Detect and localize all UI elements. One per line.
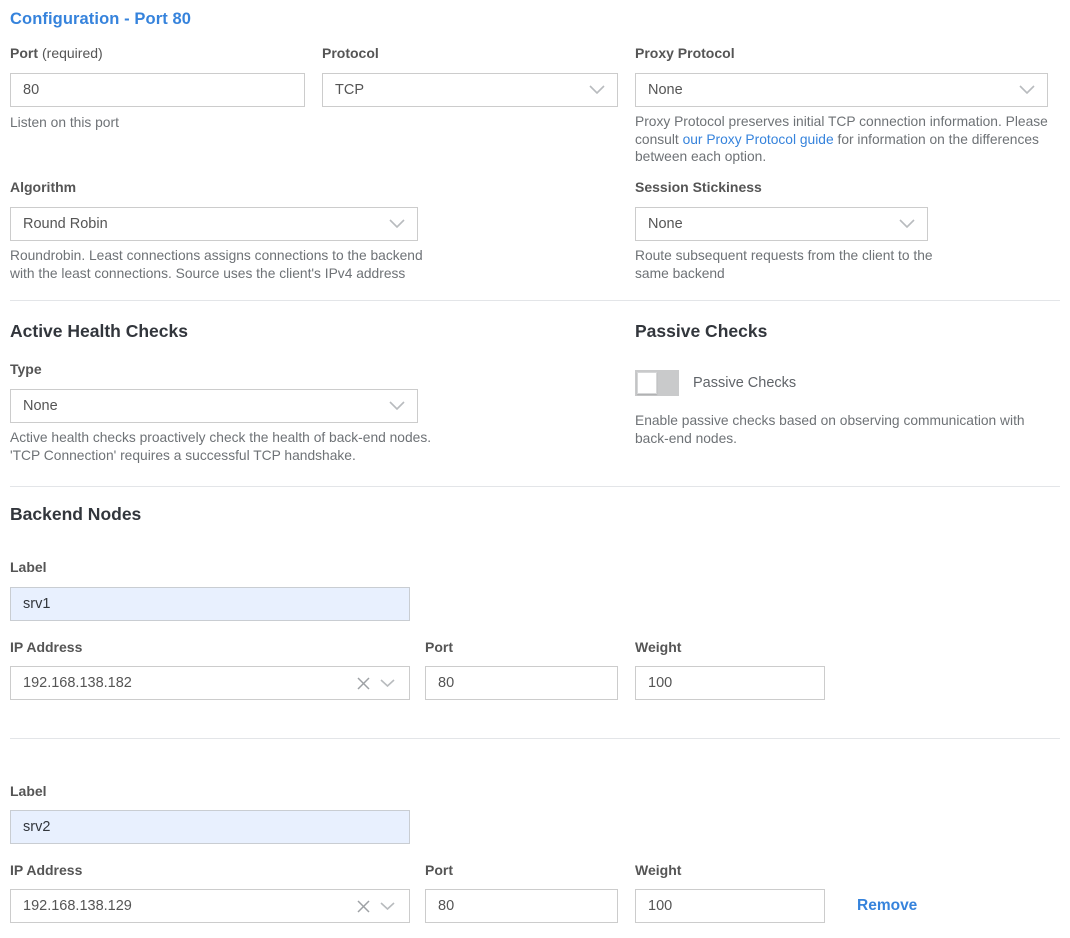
chevron-down-icon: [899, 216, 915, 232]
node2-port-label: Port: [425, 862, 453, 878]
chevron-down-icon: [389, 398, 405, 414]
node2-port-input[interactable]: [425, 889, 618, 923]
proxy-protocol-select-value: None: [648, 82, 683, 98]
backend-nodes-heading: Backend Nodes: [10, 504, 141, 525]
proxy-protocol-field-group: Proxy Protocol None Proxy Protocol prese…: [635, 45, 1048, 166]
node1-weight-input[interactable]: [635, 666, 825, 700]
node1-label-input[interactable]: [10, 587, 410, 621]
session-stickiness-field-group: Session Stickiness None Route subsequent…: [635, 179, 928, 282]
node2-ip-combobox[interactable]: 192.168.138.129: [10, 889, 410, 923]
page-title: Configuration - Port 80: [10, 10, 191, 29]
health-check-type-select[interactable]: None: [10, 389, 418, 423]
port-field-group: Port(required) Listen on this port: [10, 45, 305, 132]
node1-port-label: Port: [425, 639, 453, 655]
algorithm-label: Algorithm: [10, 179, 418, 195]
node1-port-input[interactable]: [425, 666, 618, 700]
proxy-protocol-select[interactable]: None: [635, 73, 1048, 107]
session-stickiness-select[interactable]: None: [635, 207, 928, 241]
chevron-down-icon: [1019, 82, 1035, 98]
clear-icon[interactable]: [351, 894, 375, 918]
port-required-note: (required): [42, 45, 103, 61]
algorithm-select[interactable]: Round Robin: [10, 207, 418, 241]
port-label: Port(required): [10, 45, 305, 61]
node1-label-label: Label: [10, 559, 47, 575]
node2-remove-button[interactable]: Remove: [857, 897, 917, 915]
port-input[interactable]: [10, 73, 305, 107]
passive-checks-toggle-row: Passive Checks: [635, 370, 796, 396]
node1-ip-label: IP Address: [10, 639, 82, 655]
passive-checks-heading: Passive Checks: [635, 321, 767, 342]
protocol-field-group: Protocol TCP: [322, 45, 618, 107]
passive-checks-toggle[interactable]: [635, 370, 679, 396]
passive-checks-toggle-label: Passive Checks: [693, 375, 796, 391]
chevron-down-icon: [389, 216, 405, 232]
clear-icon[interactable]: [351, 671, 375, 695]
chevron-down-icon[interactable]: [375, 894, 399, 918]
health-check-type-label: Type: [10, 361, 418, 377]
node2-weight-input[interactable]: [635, 889, 825, 923]
node1-weight-label: Weight: [635, 639, 681, 655]
protocol-select-value: TCP: [335, 82, 364, 98]
section-divider: [10, 300, 1060, 301]
port-helper: Listen on this port: [10, 114, 305, 132]
node2-label-input[interactable]: [10, 810, 410, 844]
node1-ip-value: 192.168.138.182: [23, 675, 351, 691]
chevron-down-icon[interactable]: [375, 671, 399, 695]
active-health-checks-heading: Active Health Checks: [10, 321, 188, 342]
health-check-type-field-group: Type None Active health checks proactive…: [10, 361, 418, 464]
proxy-protocol-helper: Proxy Protocol preserves initial TCP con…: [635, 113, 1048, 166]
protocol-label: Protocol: [322, 45, 618, 61]
section-divider: [10, 486, 1060, 487]
session-stickiness-label: Session Stickiness: [635, 179, 928, 195]
session-stickiness-select-value: None: [648, 216, 683, 232]
port-label-text: Port: [10, 45, 38, 61]
health-check-type-select-value: None: [23, 398, 58, 414]
node-divider: [10, 738, 1060, 739]
algorithm-helper: Roundrobin. Least connections assigns co…: [10, 247, 438, 282]
node1-ip-combobox[interactable]: 192.168.138.182: [10, 666, 410, 700]
proxy-protocol-guide-link[interactable]: our Proxy Protocol guide: [683, 132, 834, 147]
protocol-select[interactable]: TCP: [322, 73, 618, 107]
node2-ip-label: IP Address: [10, 862, 82, 878]
passive-checks-helper: Enable passive checks based on observing…: [635, 412, 1055, 447]
session-stickiness-helper: Route subsequent requests from the clien…: [635, 247, 935, 282]
proxy-protocol-label: Proxy Protocol: [635, 45, 1048, 61]
toggle-knob: [637, 372, 657, 394]
node2-ip-value: 192.168.138.129: [23, 898, 351, 914]
health-check-helper: Active health checks proactively check t…: [10, 429, 440, 464]
algorithm-field-group: Algorithm Round Robin Roundrobin. Least …: [10, 179, 418, 282]
node2-weight-label: Weight: [635, 862, 681, 878]
algorithm-select-value: Round Robin: [23, 216, 108, 232]
node2-label-label: Label: [10, 783, 47, 799]
nodebalancer-config-page: Configuration - Port 80 Port(required) L…: [0, 0, 1070, 938]
chevron-down-icon: [589, 82, 605, 98]
